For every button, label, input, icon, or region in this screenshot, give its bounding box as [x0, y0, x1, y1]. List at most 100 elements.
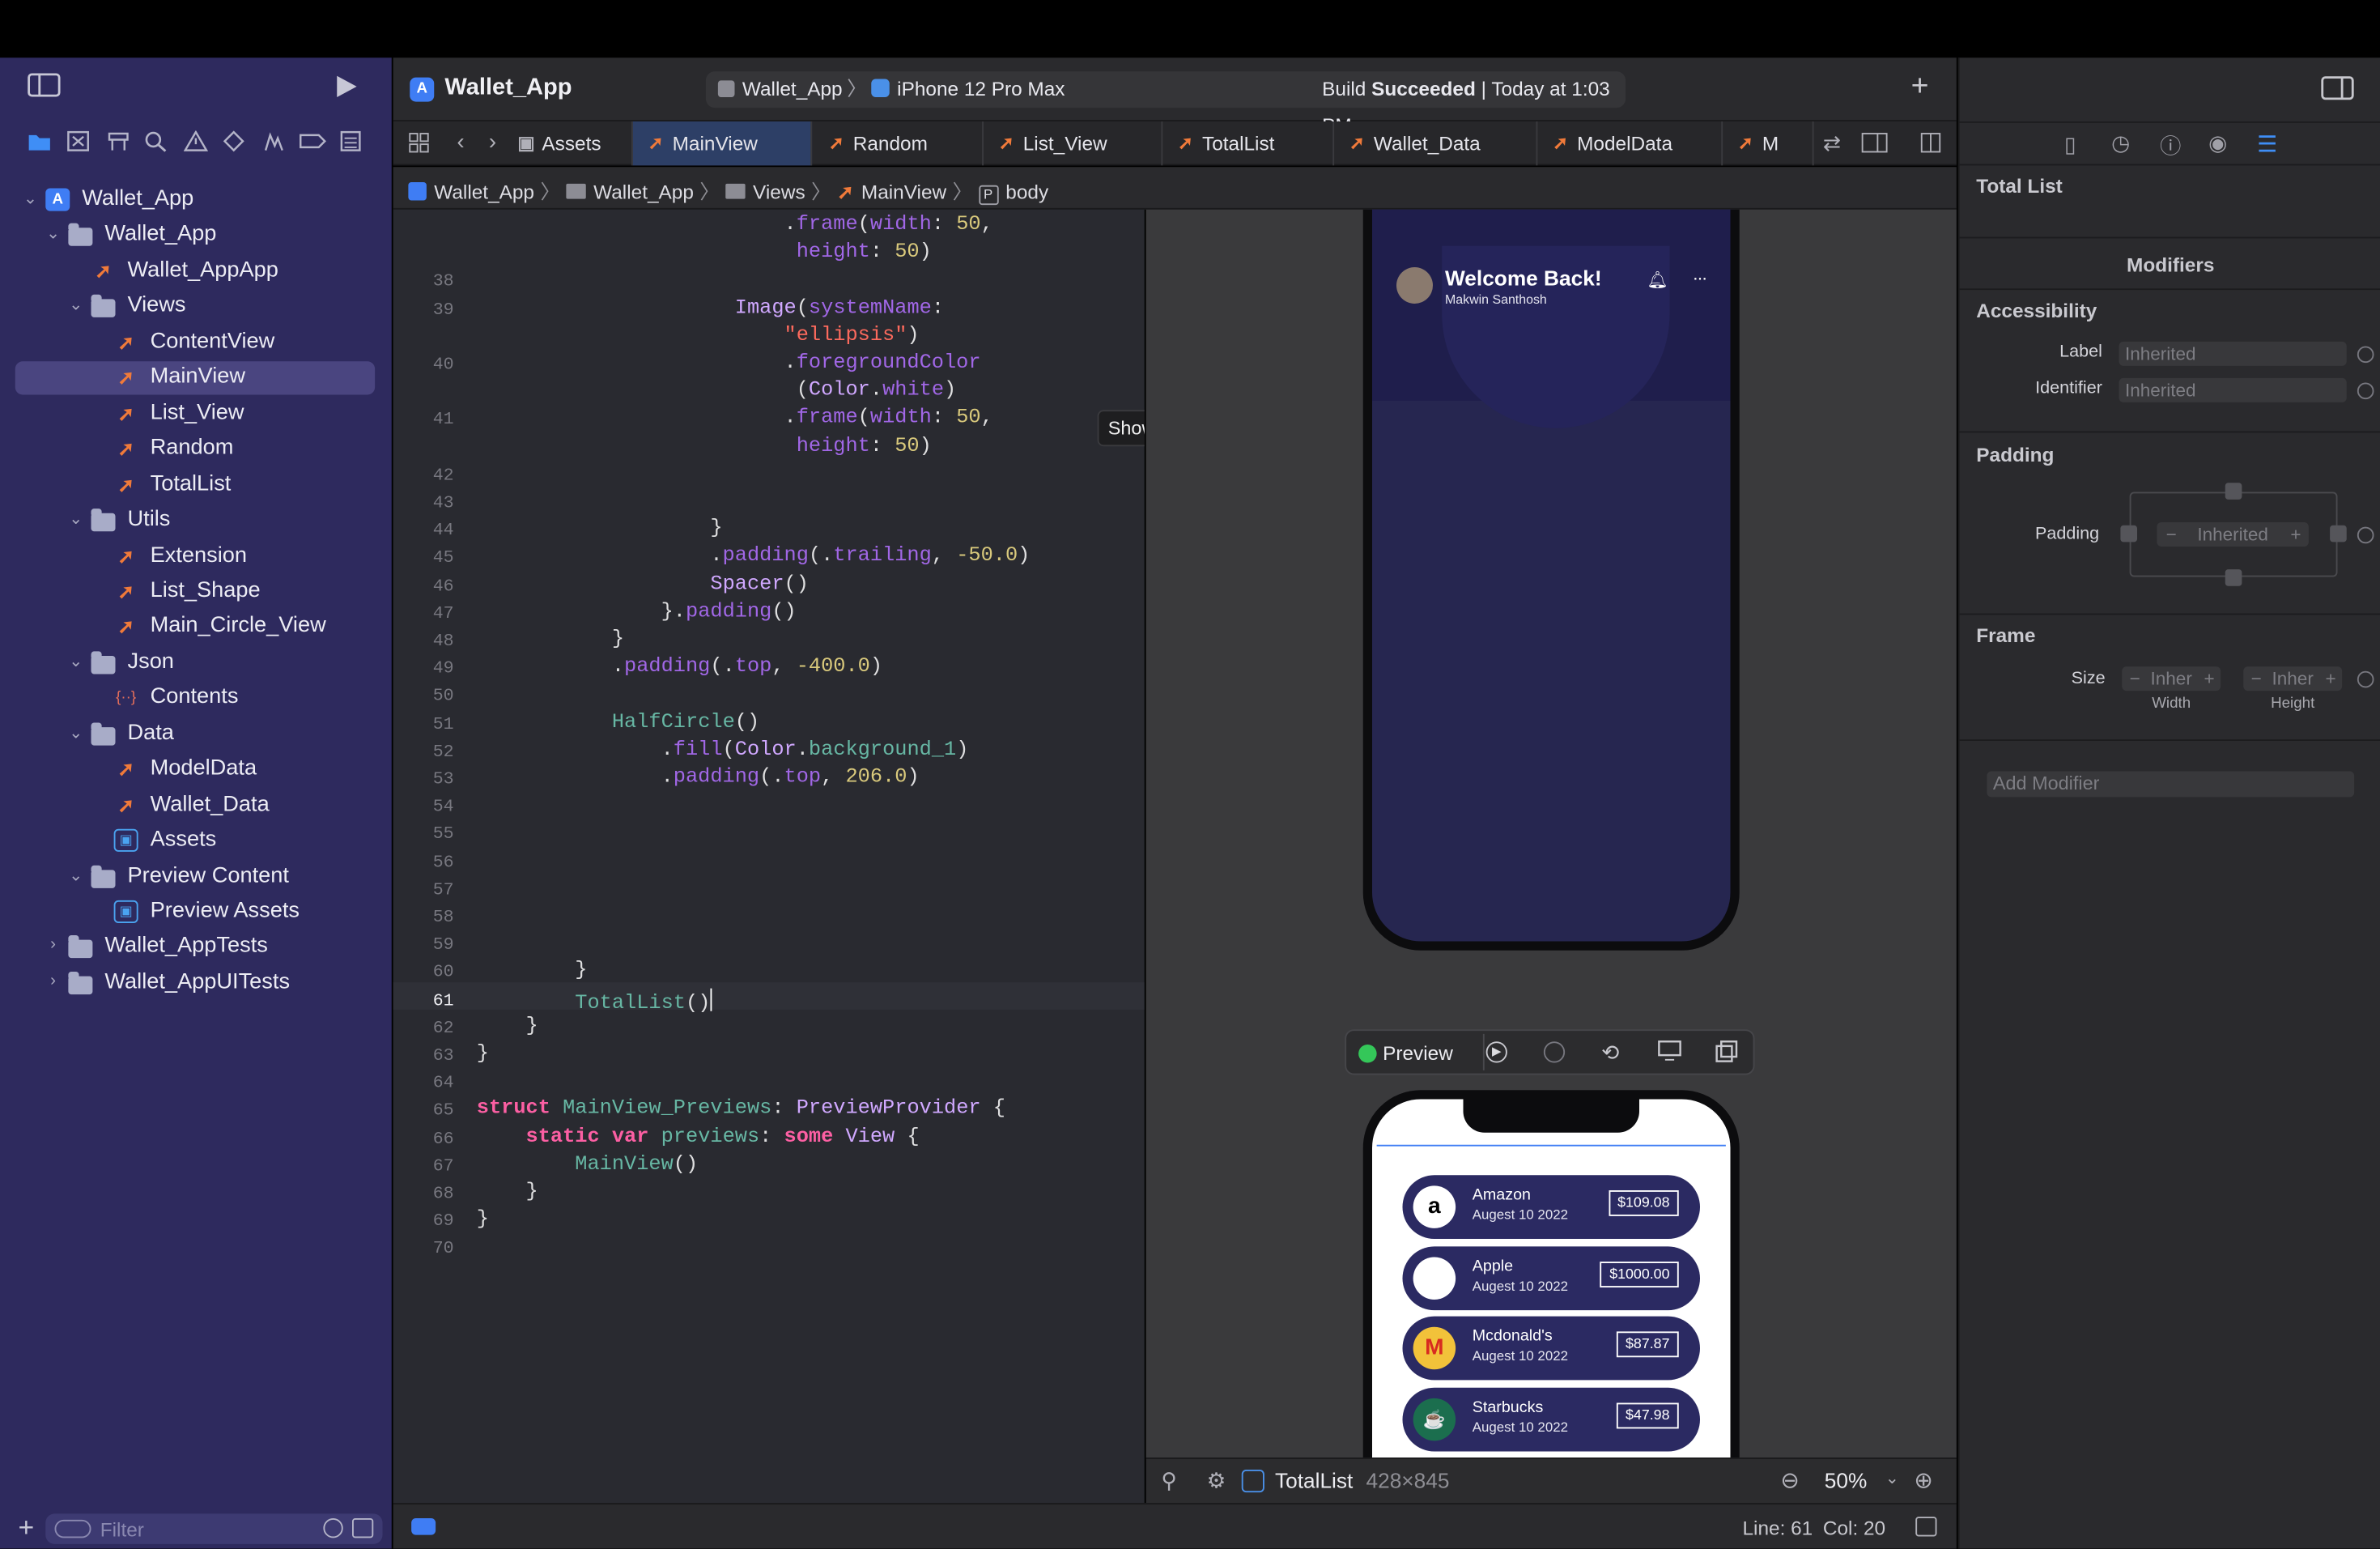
file-inspector-icon[interactable]: ▯ [2064, 132, 2076, 158]
frame-height-stepper[interactable]: − Inher + [2243, 666, 2343, 692]
editor-options-icon[interactable] [1861, 132, 1889, 161]
zoom-out-icon[interactable]: ⊖ [1780, 1466, 1800, 1494]
code-line[interactable]: HalfCircle() [477, 712, 759, 734]
chevron-right-icon[interactable]: › [44, 936, 62, 955]
code-line[interactable]: height: 50) [477, 435, 932, 457]
frame-radio[interactable] [2357, 670, 2374, 688]
chevron-down-icon[interactable]: ⌄ [21, 189, 40, 208]
accessibility-inspector-icon[interactable]: ◉ [2208, 130, 2227, 156]
scheme-selector[interactable]: Wallet_App 〉 iPhone 12 Pro Max [717, 71, 1065, 108]
duplicate-preview-icon[interactable] [1715, 1040, 1738, 1070]
code-line[interactable]: } [477, 518, 722, 541]
code-line[interactable]: static var previews: some View { [477, 1126, 920, 1148]
code-line[interactable]: height: 50) [477, 241, 932, 264]
tree-item[interactable]: ➚ List_Shape [15, 576, 375, 609]
find-navigator-icon[interactable] [144, 130, 168, 156]
tree-item[interactable]: › Wallet_AppTests [15, 931, 375, 964]
tab[interactable]: ➚ List_View [984, 121, 1163, 166]
tree-item[interactable]: ⌄ Views [15, 291, 375, 324]
code-line[interactable]: .foregroundColor [477, 352, 980, 375]
tree-item[interactable]: ➚ Wallet_Data [15, 789, 375, 822]
tab[interactable]: ➚ M [1723, 121, 1814, 166]
breadcrumb-item[interactable]: Pbody [978, 181, 1048, 206]
tree-item[interactable]: ⌄ Json [15, 646, 375, 679]
tab[interactable]: ➚ MainView [632, 121, 813, 166]
code-line[interactable]: (Color.white) [477, 380, 957, 402]
tree-item[interactable]: ➚ ContentView [15, 326, 375, 360]
tree-item[interactable]: ⌄ Data [15, 717, 375, 751]
padding-bottom-checkbox[interactable] [2225, 569, 2242, 586]
source-control-filter-icon[interactable] [352, 1518, 374, 1538]
tab[interactable]: ➚ TotalList [1162, 121, 1335, 166]
padding-leading-checkbox[interactable] [2120, 525, 2137, 543]
preview-label[interactable]: Preview [1383, 1041, 1453, 1064]
help-inspector-icon[interactable]: ⓘ [2160, 130, 2181, 161]
code-line[interactable]: } [477, 1209, 489, 1232]
chevron-down-icon[interactable]: ⌄ [67, 865, 86, 885]
accessibility-label-radio[interactable] [2357, 346, 2374, 364]
attributes-inspector-icon[interactable]: ☰ [2257, 130, 2277, 158]
tree-item[interactable]: ➚ ModelData [15, 753, 375, 786]
tree-item[interactable]: ➚ Random [15, 433, 375, 466]
tree-item[interactable]: › Wallet_AppUITests [15, 967, 375, 1000]
code-line[interactable]: } [477, 960, 587, 983]
filter-options-icon[interactable] [54, 1519, 91, 1538]
code-line[interactable]: }.padding() [477, 601, 797, 623]
swap-editor-icon[interactable]: ⇄ [1823, 130, 1841, 156]
chevron-down-icon[interactable]: ⌄ [67, 509, 86, 529]
code-line[interactable]: .padding(.top, -400.0) [477, 656, 882, 679]
debug-navigator-icon[interactable] [261, 130, 286, 156]
chevron-down-icon[interactable]: ⌄ [67, 651, 86, 671]
debug-area-toggle-icon[interactable] [411, 1518, 436, 1535]
zoom-chevron-down-icon[interactable]: ⌄ [1885, 1468, 1899, 1488]
code-line[interactable]: .frame(width: 50, [477, 407, 992, 430]
tree-item[interactable]: ➚ Wallet_AppApp [15, 255, 375, 288]
symbol-navigator-icon[interactable] [106, 130, 130, 156]
add-library-icon[interactable]: + [1911, 70, 1929, 104]
accessibility-identifier-field[interactable]: Inherited [2119, 377, 2347, 402]
source-control-navigator-icon[interactable] [67, 130, 91, 156]
selectable-mode-icon[interactable] [1543, 1041, 1566, 1063]
back-icon[interactable]: ‹ [457, 129, 464, 155]
tree-item[interactable]: ▣ Assets [15, 824, 375, 857]
debug-panel-icon[interactable] [1915, 1517, 1937, 1537]
zoom-level[interactable]: 50% [1825, 1468, 1868, 1492]
recent-files-icon[interactable] [323, 1518, 343, 1538]
tree-item[interactable]: ⌄ Utils [15, 504, 375, 538]
tree-item[interactable]: ➚ TotalList [15, 469, 375, 502]
accessibility-identifier-radio[interactable] [2357, 382, 2374, 400]
preview-canvas[interactable]: Welcome Back! Makwin Santhosh 🔔︎ ··· Pre… [1145, 209, 1957, 1458]
increment-icon[interactable]: + [2204, 666, 2215, 691]
tab[interactable]: ➚ Random [814, 121, 984, 166]
chevron-down-icon[interactable]: ⌄ [67, 295, 86, 315]
code-line[interactable]: } [477, 1181, 538, 1204]
tab[interactable]: ➚ Wallet_Data [1334, 121, 1538, 166]
code-line[interactable]: "ellipsis") [477, 325, 920, 347]
padding-trailing-checkbox[interactable] [2330, 525, 2347, 543]
increment-icon[interactable]: + [2326, 666, 2336, 691]
pin-icon[interactable]: ⚲ [1161, 1468, 1176, 1494]
code-line[interactable]: } [477, 1043, 489, 1066]
chevron-right-icon[interactable]: › [44, 972, 62, 990]
add-modifier-field[interactable]: Add Modifier [1987, 771, 2355, 798]
padding-stepper[interactable]: − Inherited + [2157, 522, 2309, 547]
add-file-icon[interactable]: + [19, 1513, 35, 1544]
tree-item[interactable]: ➚ Main_Circle_View [15, 611, 375, 644]
chevron-down-icon[interactable]: ⌄ [67, 722, 86, 743]
increment-icon[interactable]: + [2290, 522, 2301, 547]
tab[interactable]: ▣ Assets [512, 121, 633, 166]
report-navigator-icon[interactable] [340, 130, 361, 156]
tree-item[interactable]: ⌄ Wallet_App [15, 219, 375, 253]
run-button[interactable] [334, 74, 359, 106]
tree-item[interactable]: ▣ Preview Assets [15, 896, 375, 929]
accessibility-label-field[interactable]: Inherited [2119, 341, 2347, 366]
history-inspector-icon[interactable]: ◷ [2111, 130, 2130, 156]
code-line[interactable]: Image(systemName: [477, 297, 944, 320]
chevron-down-icon[interactable]: ⌄ [44, 223, 62, 244]
frame-width-stepper[interactable]: − Inher + [2122, 666, 2221, 692]
code-line[interactable]: .fill(Color.background_1) [477, 739, 969, 762]
code-line[interactable]: .frame(width: 50, [477, 214, 992, 236]
tree-item[interactable]: ⌄ A Wallet_App [15, 184, 375, 217]
issue-navigator-icon[interactable] [183, 130, 209, 156]
tree-item[interactable]: {··} Contents [15, 682, 375, 715]
